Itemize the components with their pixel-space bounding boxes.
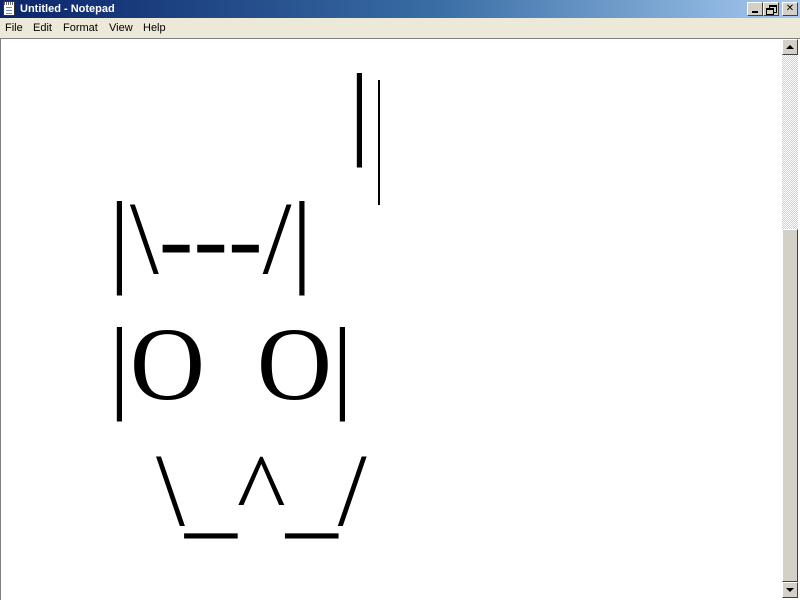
notepad-icon[interactable] xyxy=(3,1,15,16)
menu-bar: File Edit Format View Help xyxy=(0,18,800,38)
scroll-down-button[interactable] xyxy=(782,582,798,598)
title-bar[interactable]: Untitled - Notepad ✕ xyxy=(0,0,800,18)
close-button[interactable]: ✕ xyxy=(782,2,798,16)
menu-format[interactable]: Format xyxy=(63,21,98,35)
vertical-scrollbar[interactable] xyxy=(782,39,798,598)
minimize-button[interactable] xyxy=(747,2,763,16)
text-editor[interactable]: | |\---/| |O O| \_^_/ xyxy=(1,39,782,599)
close-icon: ✕ xyxy=(785,3,795,14)
scroll-down-arrow-icon xyxy=(786,588,794,592)
minimize-icon xyxy=(752,11,758,13)
editor-line-4: \_^_/ xyxy=(130,433,367,548)
menu-edit[interactable]: Edit xyxy=(33,21,52,35)
window-title: Untitled - Notepad xyxy=(20,3,115,15)
scroll-up-button[interactable] xyxy=(782,39,798,55)
menu-help[interactable]: Help xyxy=(143,21,166,35)
text-caret xyxy=(378,80,380,205)
restore-button[interactable] xyxy=(763,2,779,16)
editor-line-2: |\---/| xyxy=(109,181,313,296)
scroll-thumb[interactable] xyxy=(782,229,798,582)
editor-line-3: |O O| xyxy=(109,307,353,422)
editor-line-1: | xyxy=(349,53,370,168)
menu-view[interactable]: View xyxy=(109,21,133,35)
notepad-window: Untitled - Notepad ✕ File Edit Format Vi… xyxy=(0,0,800,600)
scroll-up-arrow-icon xyxy=(786,45,794,49)
menu-file[interactable]: File xyxy=(5,21,23,35)
